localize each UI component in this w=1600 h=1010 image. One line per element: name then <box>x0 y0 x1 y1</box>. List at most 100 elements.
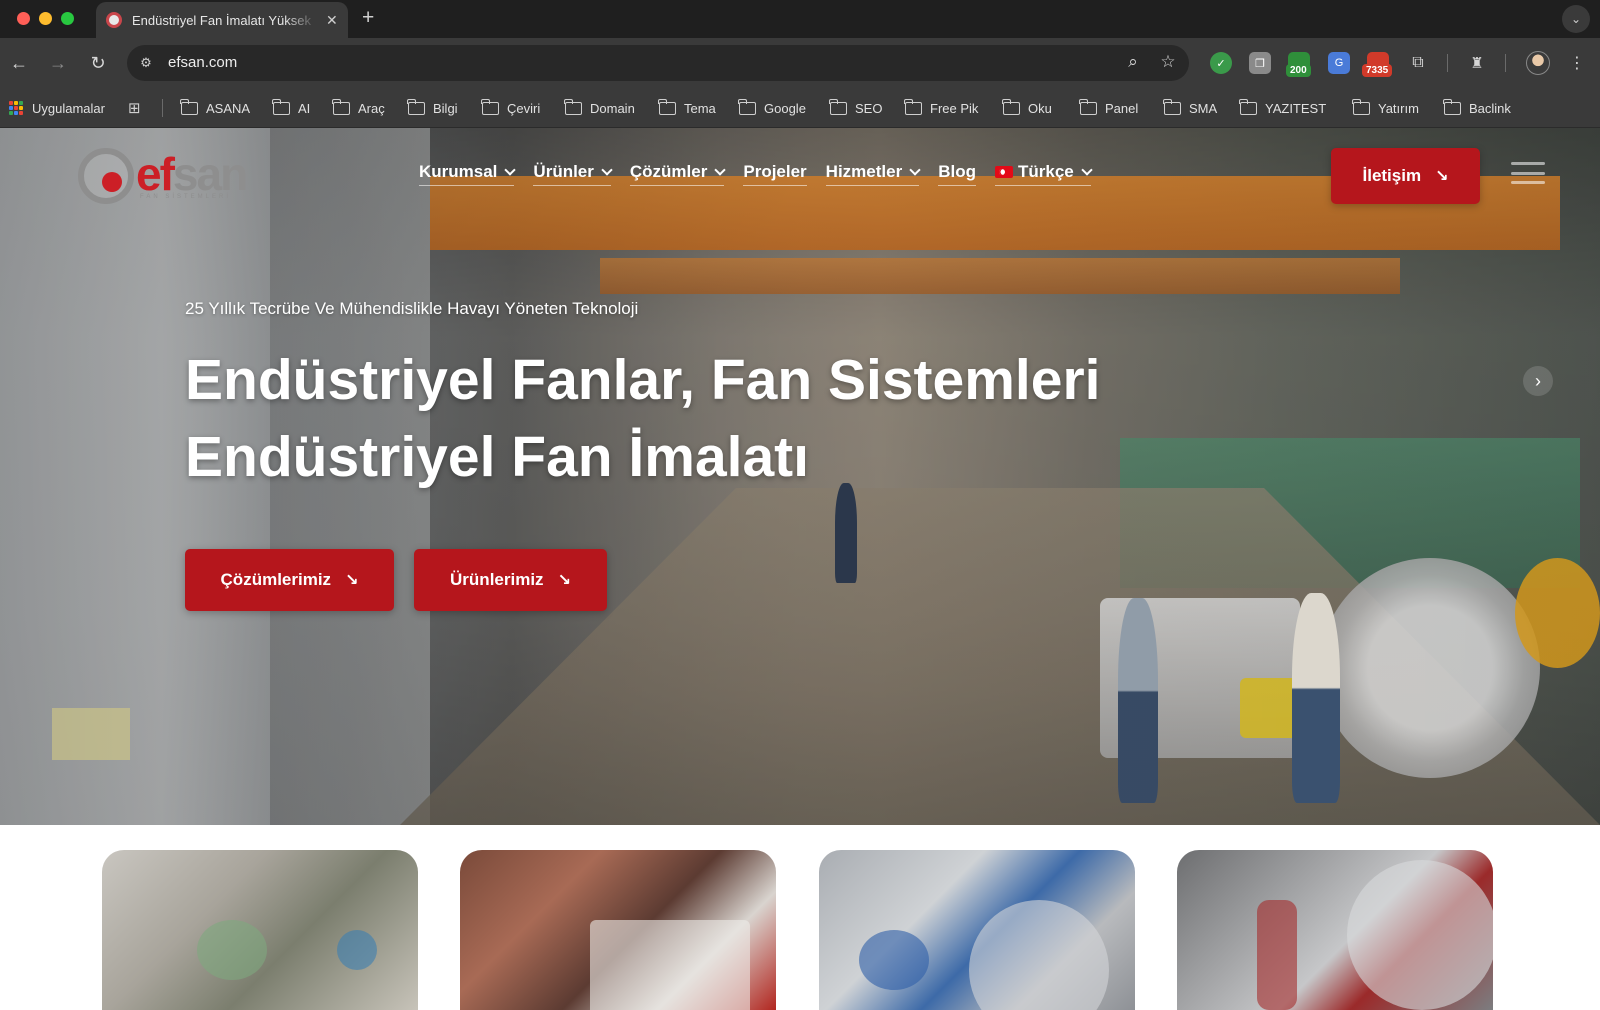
new-tab-icon[interactable]: + <box>362 6 374 30</box>
profile-avatar[interactable] <box>1526 51 1550 75</box>
close-tab-icon[interactable]: ✕ <box>326 12 338 29</box>
copy-extension-icon[interactable]: ❐ <box>1249 52 1271 74</box>
bookmark-folder[interactable]: Google <box>738 97 806 119</box>
bookmark-label: Panel <box>1105 100 1139 116</box>
bookmark-apps[interactable]: Uygulamalar <box>9 97 105 119</box>
folder-icon <box>1163 98 1181 115</box>
more-menu-icon[interactable]: ⋮ <box>1566 52 1588 74</box>
incognito-icon[interactable]: ♜ <box>1466 52 1488 74</box>
language-selector[interactable]: Türkçe <box>994 162 1093 186</box>
site-logo[interactable]: efsan FAN SİSTEMLERİ <box>78 148 248 204</box>
bookmark-label: ASANA <box>206 100 251 116</box>
category-card-fans[interactable] <box>102 850 418 1010</box>
category-card-service[interactable] <box>1177 850 1493 1010</box>
contact-button-label: İletişim <box>1362 166 1422 185</box>
bookmark-label: Araç <box>358 100 385 116</box>
bookmark-folder[interactable]: AI <box>272 97 311 119</box>
category-card-engineering[interactable] <box>460 850 776 1010</box>
logo-subtitle: FAN SİSTEMLERİ <box>140 194 232 200</box>
bookmark-folder[interactable]: Domain <box>564 97 635 119</box>
bookmark-label: Free Pik <box>930 100 979 116</box>
chevron-down-icon <box>714 163 727 176</box>
close-window-button[interactable] <box>17 12 30 25</box>
folder-icon <box>272 98 290 115</box>
bookmark-folder[interactable]: Oku <box>1002 97 1052 119</box>
bookmark-folder[interactable]: Araç <box>332 97 385 119</box>
bookmark-folder[interactable]: ASANA <box>180 97 251 119</box>
apps-grid-icon <box>9 101 23 115</box>
site-info-icon[interactable]: ⚙ <box>137 54 155 72</box>
category-cards <box>0 825 1600 1010</box>
slider-next-icon[interactable]: › <box>1523 366 1553 396</box>
folder-icon <box>1079 98 1097 115</box>
menu-item-cozumler[interactable]: Çözümler <box>629 162 727 186</box>
products-button[interactable]: Ürünlerimiz ↘ <box>414 549 607 611</box>
back-arrow-icon[interactable]: ← <box>7 51 31 75</box>
folder-icon <box>1443 98 1461 115</box>
folder-icon <box>829 98 847 115</box>
bookmark-label: Google <box>764 100 806 116</box>
forward-arrow-icon[interactable]: → <box>46 51 70 75</box>
bookmark-folder[interactable]: SEO <box>829 97 883 119</box>
bookmark-label: SMA <box>1189 100 1218 116</box>
bookmark-folder[interactable]: Free Pik <box>904 97 979 119</box>
extensions-puzzle-icon[interactable]: ⧉ <box>1407 52 1429 74</box>
tab-groups-icon[interactable]: ⊞ <box>128 97 141 119</box>
bookmark-folder[interactable]: Panel <box>1079 97 1139 119</box>
bookmark-folder[interactable]: Tema <box>658 97 716 119</box>
address-bar[interactable]: ⚙ efsan.com ⌕ ☆ <box>127 45 1189 81</box>
tab-title: Endüstriyel Fan İmalatı Yüksek <box>132 12 311 28</box>
menu-item-blog[interactable]: Blog <box>938 162 976 186</box>
hamburger-menu-icon[interactable] <box>1511 162 1545 184</box>
menu-item-hizmetler[interactable]: Hizmetler <box>825 162 921 186</box>
chevron-down-icon <box>601 163 613 176</box>
bookmark-star-icon[interactable]: ☆ <box>1157 52 1179 72</box>
arrow-down-right-icon: ↘ <box>1435 168 1449 185</box>
bookmark-folder[interactable]: SMA <box>1163 97 1218 119</box>
reload-icon[interactable]: ↻ <box>86 51 110 75</box>
translate-extension-icon[interactable]: G <box>1328 52 1350 74</box>
hero-headline: Endüstriyel Fanlar, Fan Sistemleri Endüs… <box>185 342 1100 496</box>
bookmark-folder[interactable]: Bilgi <box>407 97 458 119</box>
folder-icon <box>332 98 350 115</box>
site-favicon-icon <box>106 12 122 28</box>
bookmark-label: Çeviri <box>507 100 541 116</box>
folder-icon <box>1002 98 1020 115</box>
menu-item-kurumsal[interactable]: Kurumsal <box>419 162 517 186</box>
hero-headline-line2: Endüstriyel Fan İmalatı <box>185 425 809 489</box>
solutions-button[interactable]: Çözümlerimiz ↘ <box>185 549 394 611</box>
bookmark-label: AI <box>298 100 311 116</box>
contact-button[interactable]: İletişim ↘ <box>1331 148 1480 204</box>
tab-search-chevron-icon[interactable]: ⌄ <box>1562 5 1590 33</box>
folder-icon <box>407 98 425 115</box>
bookmark-label: Tema <box>684 100 716 116</box>
maximize-window-button[interactable] <box>61 12 74 25</box>
menu-item-projeler[interactable]: Projeler <box>743 162 807 186</box>
hero-headline-line1: Endüstriyel Fanlar, Fan Sistemleri <box>185 348 1101 412</box>
bookmark-folder[interactable]: Yatırım <box>1352 97 1419 119</box>
category-card-systems[interactable] <box>819 850 1135 1010</box>
folder-icon <box>658 98 676 115</box>
bookmark-label: Bilgi <box>433 100 458 116</box>
turkey-flag-icon <box>994 166 1013 178</box>
bookmark-folder[interactable]: YAZITEST <box>1239 97 1327 119</box>
products-button-label: Ürünlerimiz <box>450 570 544 589</box>
chevron-down-icon <box>909 163 921 176</box>
bookmark-label: SEO <box>855 100 883 116</box>
bookmarks-bar: Uygulamalar ⊞ ASANA AI Araç Bilgi Çeviri… <box>0 88 1600 128</box>
toolbar-divider <box>1447 54 1448 72</box>
folder-icon <box>904 98 922 115</box>
menu-item-urunler[interactable]: Ürünler <box>533 162 613 186</box>
search-icon[interactable]: ⌕ <box>1122 52 1144 72</box>
bookmark-folder[interactable]: Baclink <box>1443 97 1511 119</box>
bookmark-label: YAZITEST <box>1265 100 1327 116</box>
bookmarks-divider <box>162 99 163 117</box>
folder-icon <box>180 98 198 115</box>
logo-mark-icon <box>78 148 134 204</box>
active-tab[interactable]: Endüstriyel Fan İmalatı Yüksek ✕ <box>96 2 348 38</box>
bookmark-label: Domain <box>590 100 635 116</box>
shield-extension-icon[interactable]: ✓ <box>1210 52 1232 74</box>
minimize-window-button[interactable] <box>39 12 52 25</box>
url-text[interactable]: efsan.com <box>168 54 237 71</box>
bookmark-folder[interactable]: Çeviri <box>481 97 541 119</box>
